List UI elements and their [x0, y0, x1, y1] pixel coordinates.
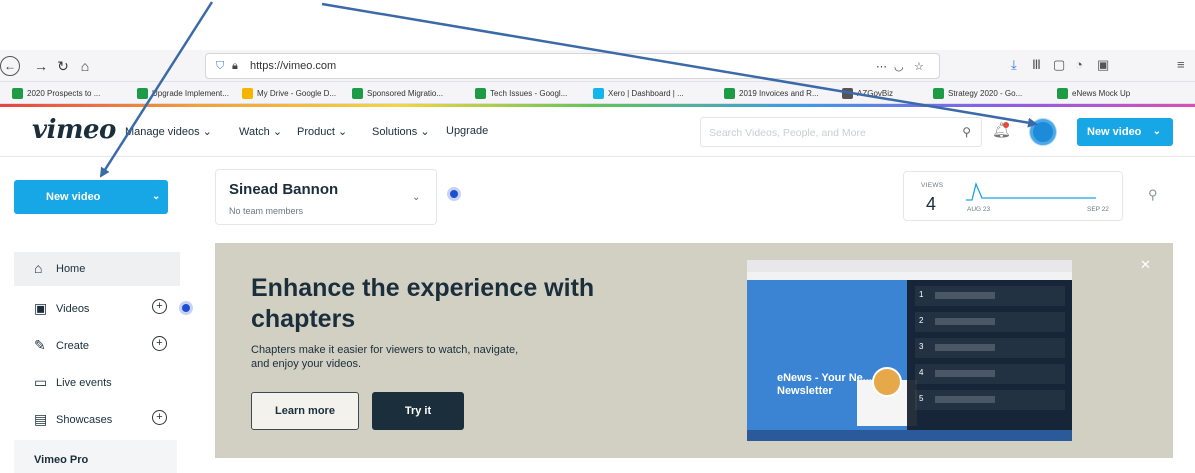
arrow-to-avatar — [321, 2, 1038, 128]
annotation-arrows — [99, 1, 1038, 178]
arrow-to-new-video — [99, 1, 214, 178]
screenshot-root: ← → ↻ ⌂ ⛉ 🔒︎ https://vimeo.com ⋯ ◡ ☆ ⤓ Ⅲ… — [0, 0, 1195, 473]
